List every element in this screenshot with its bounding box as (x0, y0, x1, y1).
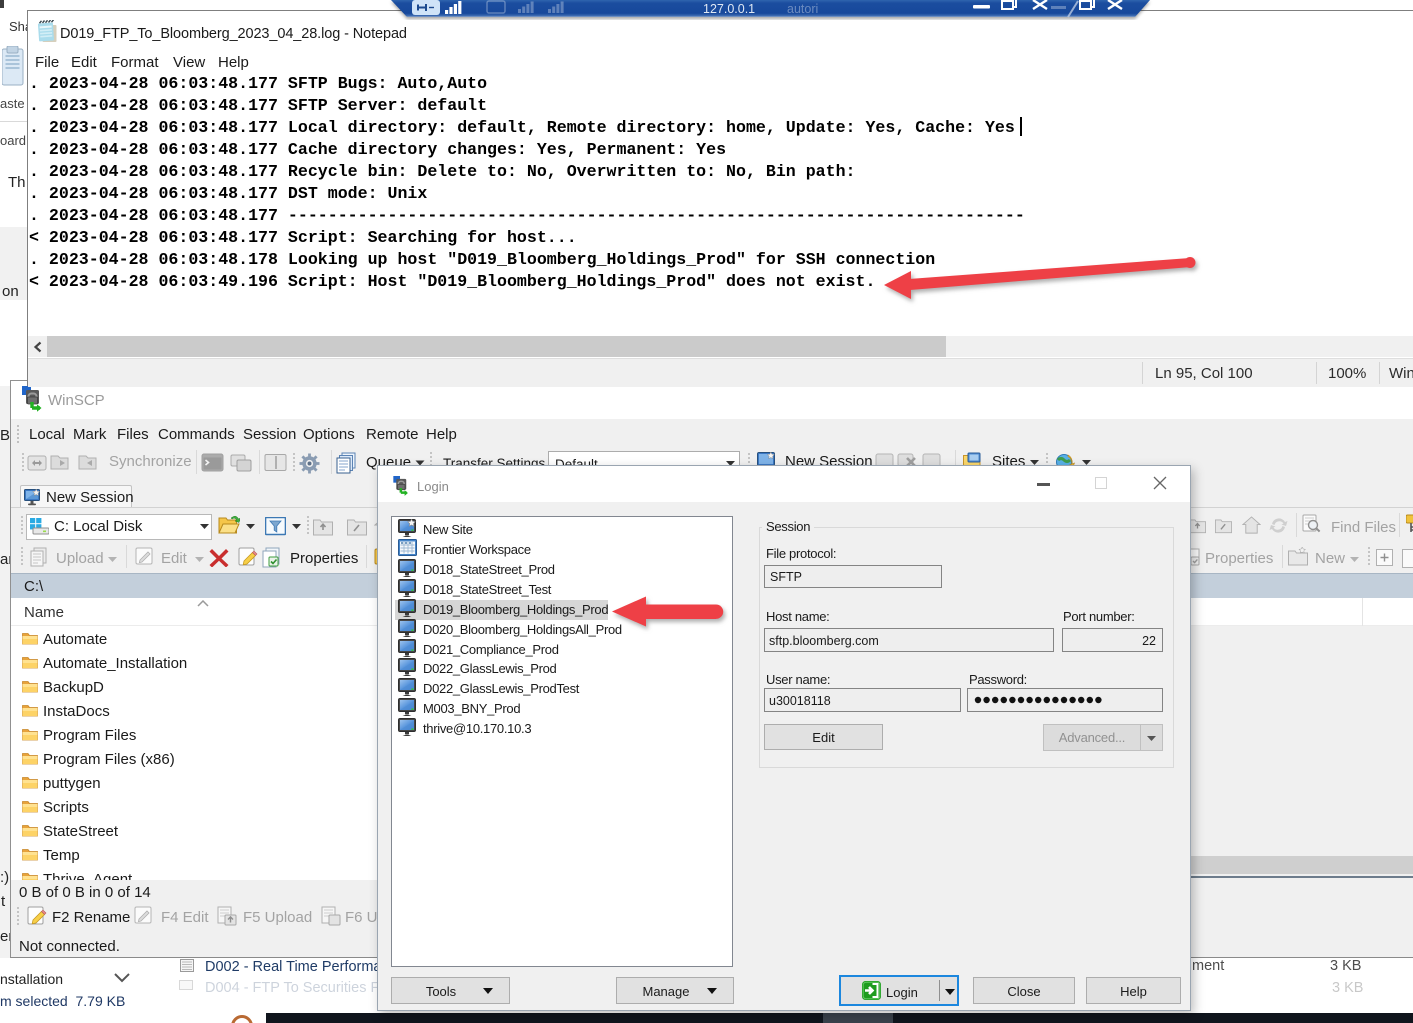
svg-text:autori: autori (787, 2, 818, 16)
svg-text:127.0.0.1: 127.0.0.1 (703, 2, 755, 16)
